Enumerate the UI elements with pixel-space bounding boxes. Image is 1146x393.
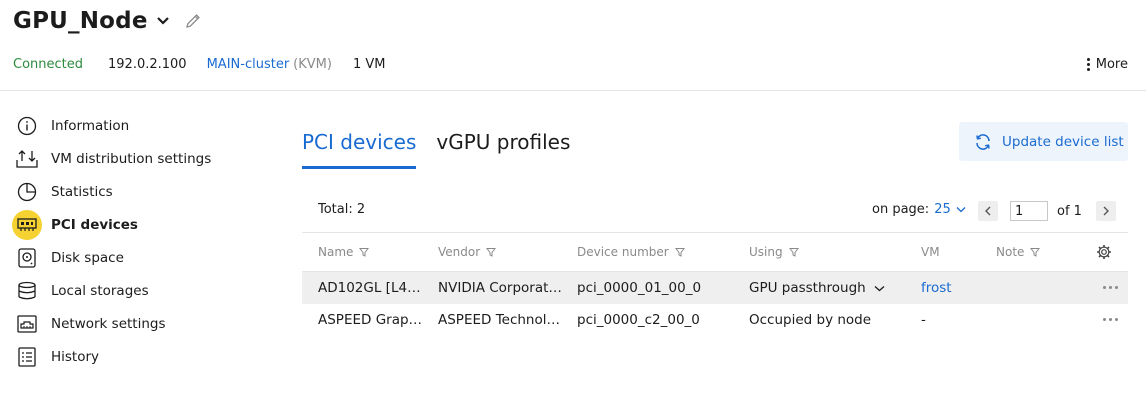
pci-devices-table: Name Vendor Device number Using VM Note … xyxy=(302,232,1128,336)
total-count: Total: 2 xyxy=(318,202,366,217)
column-header-using[interactable]: Using xyxy=(749,245,799,259)
filter-icon xyxy=(1030,248,1041,257)
tab-vgpu-profiles[interactable]: vGPU profiles xyxy=(436,126,570,169)
row-actions-icon[interactable] xyxy=(1103,286,1118,289)
cell-name: ASPEED Grap… xyxy=(318,312,423,328)
cell-vm-link[interactable]: frost xyxy=(921,280,952,296)
sidebar-item-label: PCI devices xyxy=(51,216,138,233)
page-number-input[interactable] xyxy=(1010,201,1048,221)
info-icon xyxy=(12,111,42,141)
chevron-down-icon[interactable] xyxy=(156,16,170,26)
of-label: of xyxy=(1057,203,1070,219)
column-label: Name xyxy=(318,245,354,259)
cell-using-dropdown[interactable]: GPU passthrough xyxy=(749,280,885,296)
network-icon xyxy=(12,309,42,339)
table-row[interactable]: ASPEED Grap… ASPEED Technol… pci_0000_c2… xyxy=(302,304,1128,336)
sidebar-item-local-storages[interactable]: Local storages xyxy=(12,274,252,307)
pagination: of 1 xyxy=(978,201,1116,221)
filter-icon xyxy=(674,248,685,257)
more-vertical-icon xyxy=(1086,57,1090,71)
sidebar-item-statistics[interactable]: Statistics xyxy=(12,175,252,208)
cell-vendor: ASPEED Technol… xyxy=(438,312,560,328)
sidebar-item-history[interactable]: History xyxy=(12,340,252,373)
chevron-left-icon xyxy=(985,206,991,216)
sidebar-item-label: Information xyxy=(51,117,130,134)
tab-bar: PCI devices vGPU profiles xyxy=(302,126,590,169)
filter-icon xyxy=(788,248,799,257)
column-label: Note xyxy=(996,245,1025,259)
table-row[interactable]: AD102GL [L40S] NVIDIA Corporat… pci_0000… xyxy=(302,272,1128,304)
column-label: Device number xyxy=(577,245,669,259)
tab-pci-devices[interactable]: PCI devices xyxy=(302,126,417,169)
update-button-label: Update device list xyxy=(1002,133,1124,150)
column-header-vendor[interactable]: Vendor xyxy=(438,245,497,259)
cell-using: Occupied by node xyxy=(749,312,872,328)
chevron-down-icon xyxy=(956,207,966,213)
page-size-value: 25 xyxy=(934,202,951,217)
header-divider xyxy=(0,90,1146,91)
sidebar-item-label: Disk space xyxy=(51,249,124,266)
prev-page-button[interactable] xyxy=(978,201,998,221)
filter-icon xyxy=(486,248,497,257)
column-label: Using xyxy=(749,245,783,259)
more-label: More xyxy=(1095,56,1128,72)
sidebar-item-network-settings[interactable]: Network settings xyxy=(12,307,252,340)
vm-count: 1 VM xyxy=(352,56,386,72)
distribution-icon xyxy=(12,144,42,174)
more-button[interactable]: More xyxy=(1086,55,1128,73)
connection-status: Connected xyxy=(13,56,84,72)
sidebar-item-label: Network settings xyxy=(51,315,166,332)
row-actions-icon[interactable] xyxy=(1103,318,1118,321)
on-page-label: on page: xyxy=(872,202,930,217)
cell-vendor: NVIDIA Corporat… xyxy=(438,280,562,296)
column-label: Vendor xyxy=(438,245,481,259)
cluster-link[interactable]: MAIN-cluster xyxy=(207,57,290,72)
sidebar-item-disk-space[interactable]: Disk space xyxy=(12,241,252,274)
database-icon xyxy=(12,276,42,306)
using-value: GPU passthrough xyxy=(749,280,866,296)
sidebar-item-label: Local storages xyxy=(51,282,149,299)
sidebar-item-pci-devices[interactable]: PCI devices xyxy=(12,208,252,241)
column-label: VM xyxy=(921,245,940,259)
pci-card-icon xyxy=(12,209,42,240)
cell-device-number: pci_0000_c2_00_0 xyxy=(577,312,700,328)
node-title: GPU_Node xyxy=(13,8,148,34)
chevron-down-icon xyxy=(874,285,885,291)
pie-chart-icon xyxy=(12,177,42,207)
title-row: GPU_Node xyxy=(13,6,202,36)
sidebar-item-vm-distribution[interactable]: VM distribution settings xyxy=(12,142,252,175)
cell-name: AD102GL [L40S] xyxy=(318,280,428,296)
page-size-selector: on page: 25 xyxy=(872,202,966,217)
cell-vm: - xyxy=(921,312,926,328)
cell-device-number: pci_0000_01_00_0 xyxy=(577,280,702,296)
column-header-device-number[interactable]: Device number xyxy=(577,245,685,259)
column-header-note[interactable]: Note xyxy=(996,245,1041,259)
sidebar-item-label: VM distribution settings xyxy=(51,150,212,167)
refresh-icon xyxy=(976,133,990,150)
filter-icon xyxy=(359,248,370,257)
next-page-button[interactable] xyxy=(1095,201,1116,221)
sidebar-item-label: History xyxy=(51,348,100,365)
gear-icon[interactable] xyxy=(1096,244,1112,264)
page-size-dropdown[interactable]: 25 xyxy=(934,202,966,217)
column-header-vm[interactable]: VM xyxy=(921,245,940,259)
sidebar: Information VM distribution settings Sta… xyxy=(12,109,252,373)
column-header-name[interactable]: Name xyxy=(318,245,370,259)
disk-icon xyxy=(12,243,42,273)
page-of-text: of 1 xyxy=(1057,204,1082,219)
total-pages: 1 xyxy=(1073,203,1082,219)
table-header: Name Vendor Device number Using VM Note xyxy=(302,232,1128,272)
chevron-right-icon xyxy=(1103,206,1109,216)
status-row: Connected 192.0.2.100 MAIN-cluster (KVM)… xyxy=(13,55,385,73)
cluster-type: (KVM) xyxy=(293,56,332,72)
edit-pencil-icon[interactable] xyxy=(184,12,202,30)
sidebar-item-information[interactable]: Information xyxy=(12,109,252,142)
node-ip: 192.0.2.100 xyxy=(108,56,187,72)
sidebar-item-label: Statistics xyxy=(51,183,113,200)
history-icon xyxy=(12,342,42,372)
update-device-list-button[interactable]: Update device list xyxy=(959,122,1128,161)
